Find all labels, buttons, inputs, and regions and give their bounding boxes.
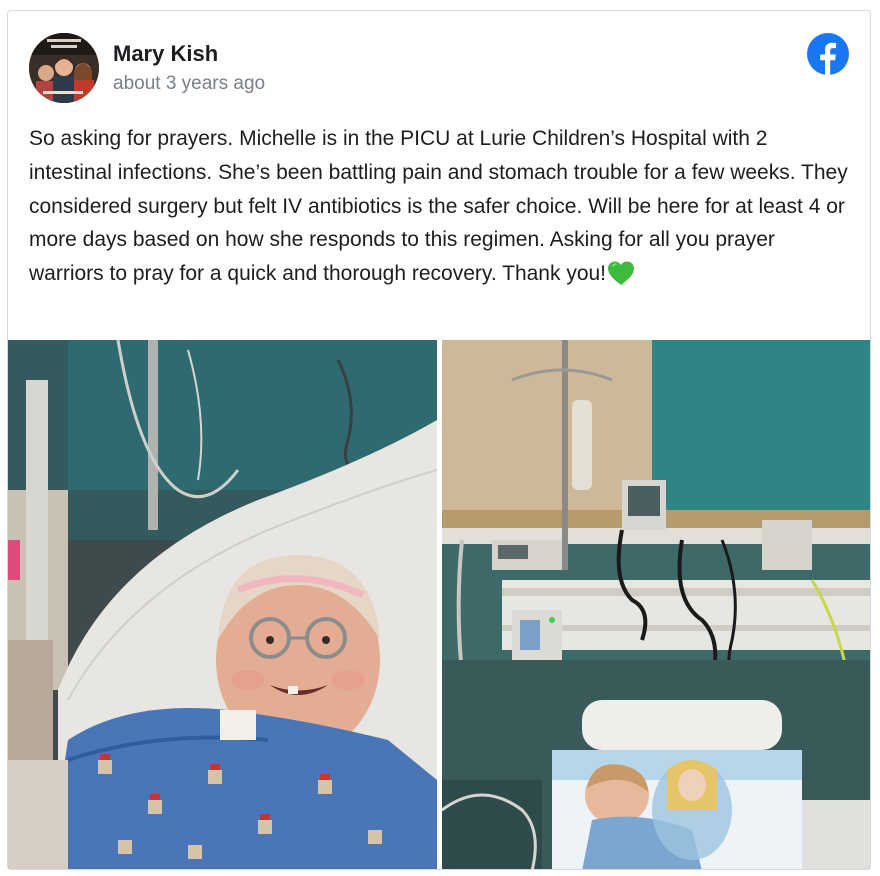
post-photo-2[interactable] — [442, 340, 870, 869]
post-photos — [8, 340, 870, 869]
post-body: So asking for prayers. Michelle is in th… — [29, 122, 851, 297]
post-timestamp[interactable]: about 3 years ago — [113, 73, 265, 95]
author-name[interactable]: Mary Kish — [113, 41, 218, 67]
post-header: Mary Kish about 3 years ago — [8, 11, 870, 111]
post-photo-1[interactable] — [8, 340, 437, 869]
green-heart-emoji — [607, 260, 635, 297]
facebook-icon[interactable] — [807, 33, 849, 75]
author-avatar[interactable] — [29, 33, 99, 103]
post-text: So asking for prayers. Michelle is in th… — [29, 127, 848, 286]
facebook-post-card: Mary Kish about 3 years ago So asking fo… — [7, 10, 871, 870]
